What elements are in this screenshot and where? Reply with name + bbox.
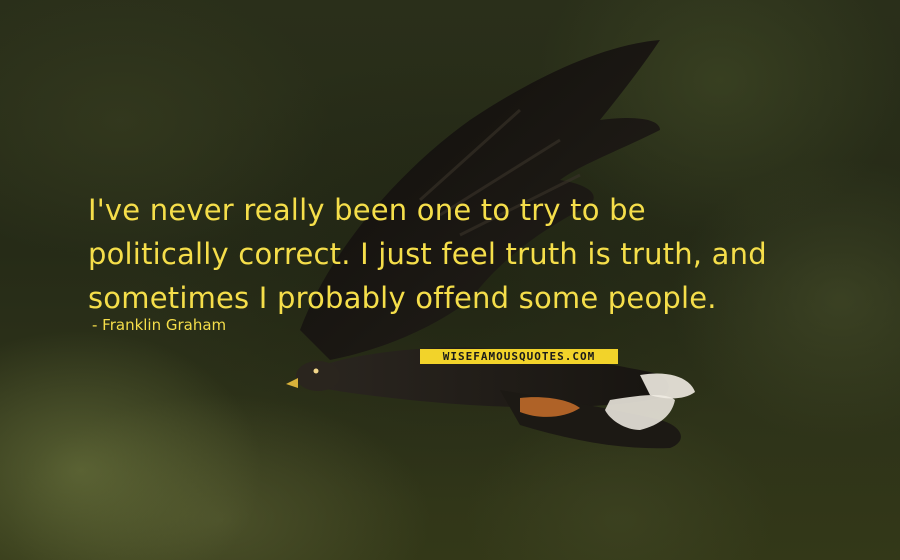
quote-line-3: sometimes I probably offend some people. <box>88 281 717 315</box>
quote-author: - Franklin Graham <box>92 316 227 334</box>
quote-line-2: politically correct. I just feel truth i… <box>88 237 767 271</box>
bird-head <box>296 361 340 391</box>
quote-text: I've never really been one to try to be … <box>88 188 848 320</box>
quote-line-1: I've never really been one to try to be <box>88 193 646 227</box>
site-watermark: WISEFAMOUSQUOTES.COM <box>420 349 618 364</box>
quote-image: I've never really been one to try to be … <box>0 0 900 560</box>
bird-beak <box>286 378 298 388</box>
bird-eye <box>313 368 319 374</box>
